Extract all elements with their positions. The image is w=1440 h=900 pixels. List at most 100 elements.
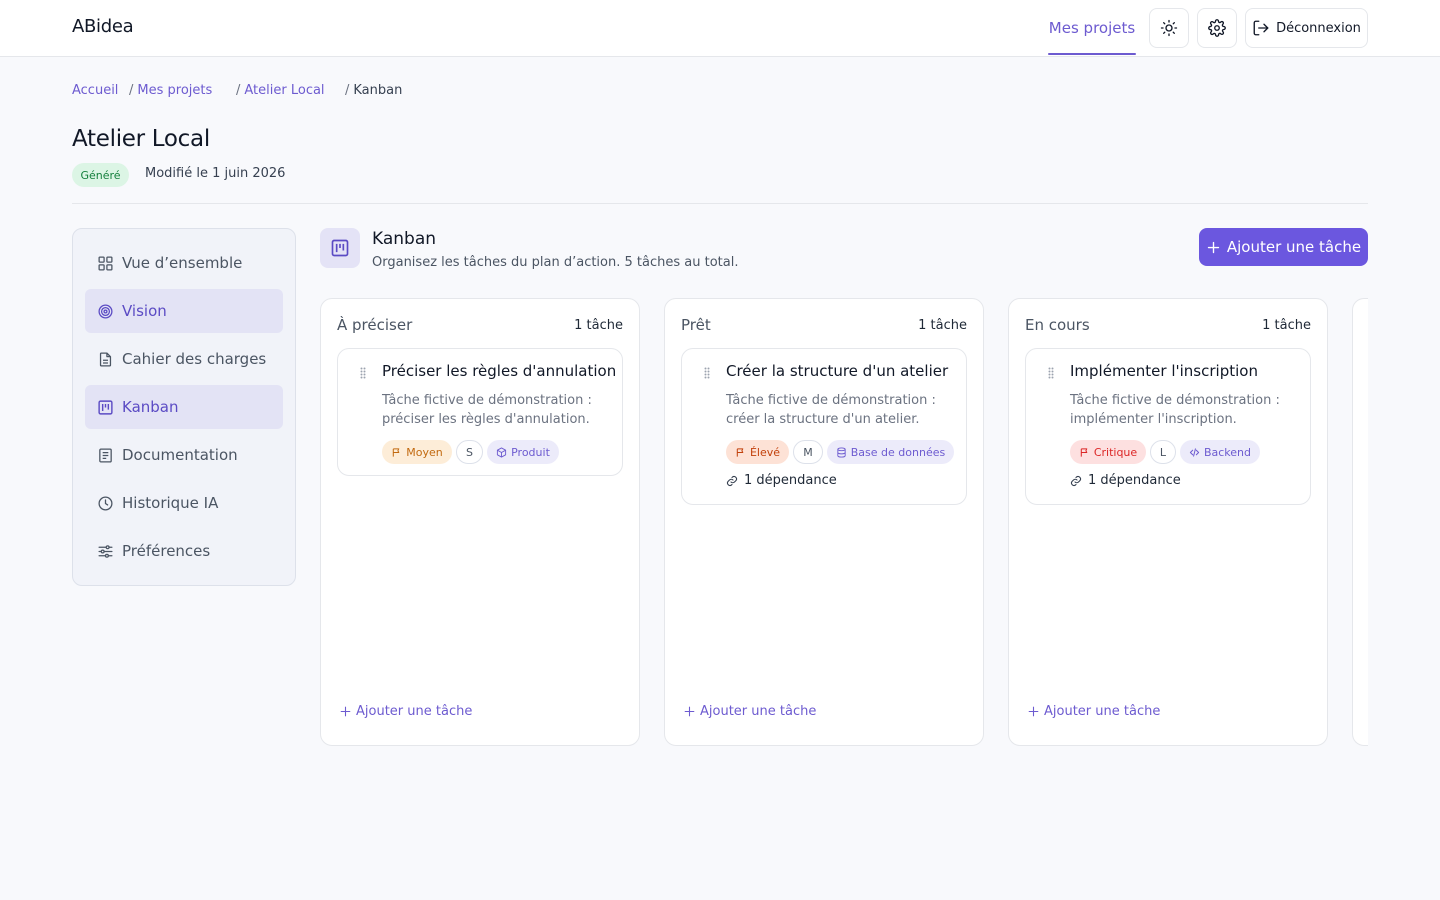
flag-icon <box>736 447 744 457</box>
column-name: En cours <box>1025 316 1090 334</box>
target-icon <box>98 303 113 319</box>
task-title: Implémenter l'inscription <box>1070 362 1258 380</box>
category-badge: Base de données <box>827 440 954 464</box>
column-name: À préciser <box>337 316 413 334</box>
sidebar-item-label: Préférences <box>122 542 211 560</box>
nav-my-projects[interactable]: Mes projets <box>1048 0 1136 56</box>
drag-handle-icon[interactable] <box>1048 367 1054 379</box>
column-add-task-label: Ajouter une tâche <box>356 704 473 719</box>
sidebar-item-label: Vue d’ensemble <box>122 254 243 272</box>
project-sidebar: Vue d’ensemble Vision Cahier des charges… <box>72 228 296 586</box>
task-card[interactable]: Préciser les règles d'annulation Tâche f… <box>337 348 623 476</box>
drag-handle-icon[interactable] <box>704 367 710 379</box>
plus-icon <box>1207 241 1220 253</box>
priority-badge: Critique <box>1070 440 1146 464</box>
sidebar-item-label: Documentation <box>122 446 238 464</box>
category-label: Backend <box>1203 445 1252 459</box>
breadcrumb-project-label: Atelier Local <box>244 83 325 98</box>
code-icon <box>1189 447 1200 457</box>
dependency-label: 1 dépendance <box>744 473 837 488</box>
sidebar-item-label: Historique IA <box>122 494 219 512</box>
sidebar-item-preferences[interactable]: Préférences <box>85 529 283 573</box>
top-bar: ABidea Mes projets Déconnexion <box>0 0 1440 57</box>
breadcrumb-my-projects-label: Mes projets <box>137 83 213 98</box>
dependency-count: 1 dépendance <box>1070 473 1181 488</box>
sidebar-item-label: Kanban <box>122 398 179 416</box>
sidebar-item-kanban[interactable]: Kanban <box>85 385 283 429</box>
plus-icon <box>684 706 695 717</box>
column-add-task-button[interactable]: Ajouter une tâche <box>339 704 472 719</box>
box-icon <box>497 446 507 458</box>
size-badge: S <box>456 440 483 464</box>
logout-label: Déconnexion <box>1276 20 1361 36</box>
task-description: Tâche fictive de démonstration : créer l… <box>726 393 936 427</box>
link-icon <box>1070 475 1082 486</box>
sidebar-item-label: Vision <box>122 302 167 320</box>
logout-button[interactable]: Déconnexion <box>1245 8 1368 48</box>
clock-icon <box>98 495 113 511</box>
flag-icon <box>393 447 400 457</box>
size-badge: M <box>793 440 823 464</box>
database-icon <box>837 446 846 458</box>
add-task-label: Ajouter une tâche <box>1226 238 1362 256</box>
breadcrumb-current-label: Kanban <box>353 83 403 98</box>
sliders-icon <box>98 544 113 558</box>
add-task-button[interactable]: Ajouter une tâche <box>1199 228 1368 266</box>
flag-icon <box>1080 447 1088 457</box>
kanban-column-in-progress: En cours 1 tâche Implémenter l'inscripti… <box>1008 298 1328 746</box>
status-badge: Généré <box>72 163 129 187</box>
link-icon <box>726 475 738 486</box>
category-badge: Backend <box>1180 440 1260 464</box>
kanban-subtitle: Organisez les tâches du plan d’action. 5… <box>372 255 739 270</box>
breadcrumb-my-projects[interactable]: / Mes projets <box>129 83 212 98</box>
category-label: Produit <box>511 445 550 459</box>
sun-icon <box>1160 19 1178 37</box>
modified-date: Modifié le 1 juin 2026 <box>145 166 286 181</box>
breadcrumb-current: / Kanban <box>345 83 403 98</box>
column-add-task-button[interactable]: Ajouter une tâche <box>1027 704 1160 719</box>
kanban-header-icon <box>320 228 360 268</box>
breadcrumb-home[interactable]: Accueil <box>72 83 118 98</box>
theme-toggle-button[interactable] <box>1149 8 1189 48</box>
task-title: Créer la structure d'un atelier <box>726 362 949 380</box>
kanban-column-ready: Prêt 1 tâche Créer la structure d'un ate… <box>664 298 984 746</box>
plus-icon <box>340 706 351 717</box>
task-card[interactable]: Créer la structure d'un atelier Tâche fi… <box>681 348 967 505</box>
sidebar-item-ai-history[interactable]: Historique IA <box>85 481 283 525</box>
sidebar-item-documentation[interactable]: Documentation <box>85 433 283 477</box>
task-title: Préciser les règles d'annulation <box>382 362 617 380</box>
task-description: Tâche fictive de démonstration : impléme… <box>1070 393 1280 427</box>
column-count: 1 tâche <box>574 318 623 333</box>
column-add-task-button[interactable]: Ajouter une tâche <box>683 704 816 719</box>
document-icon <box>99 351 112 367</box>
brand-logo[interactable]: ABidea <box>72 16 134 37</box>
column-add-task-label: Ajouter une tâche <box>700 704 817 719</box>
logout-icon <box>1253 20 1269 36</box>
priority-badge: Moyen <box>382 440 452 464</box>
plus-icon <box>1028 706 1039 717</box>
task-card[interactable]: Implémenter l'inscription Tâche fictive … <box>1025 348 1311 505</box>
breadcrumb-project[interactable]: / Atelier Local <box>236 83 325 98</box>
page-title: Atelier Local <box>72 126 210 152</box>
sidebar-item-vision[interactable]: Vision <box>85 289 283 333</box>
priority-label: Élevé <box>749 445 781 459</box>
kanban-column-next-partial <box>1352 298 1368 746</box>
column-add-task-label: Ajouter une tâche <box>1044 704 1161 719</box>
category-label: Base de données <box>850 445 946 459</box>
sidebar-item-overview[interactable]: Vue d’ensemble <box>85 241 283 285</box>
drag-handle-icon[interactable] <box>360 367 366 379</box>
priority-label: Critique <box>1093 445 1138 459</box>
kanban-icon <box>331 239 349 257</box>
dependency-label: 1 dépendance <box>1088 473 1181 488</box>
gear-icon <box>1208 19 1226 37</box>
size-badge: L <box>1150 440 1176 464</box>
kanban-title: Kanban <box>372 229 437 249</box>
dependency-count: 1 dépendance <box>726 473 837 488</box>
column-name: Prêt <box>681 316 711 334</box>
kanban-column-to-clarify: À préciser 1 tâche Préciser les règles d… <box>320 298 640 746</box>
sidebar-item-specifications[interactable]: Cahier des charges <box>85 337 283 381</box>
priority-badge: Élevé <box>726 440 789 464</box>
category-badge: Produit <box>487 440 559 464</box>
column-count: 1 tâche <box>1262 318 1311 333</box>
settings-button[interactable] <box>1197 8 1237 48</box>
